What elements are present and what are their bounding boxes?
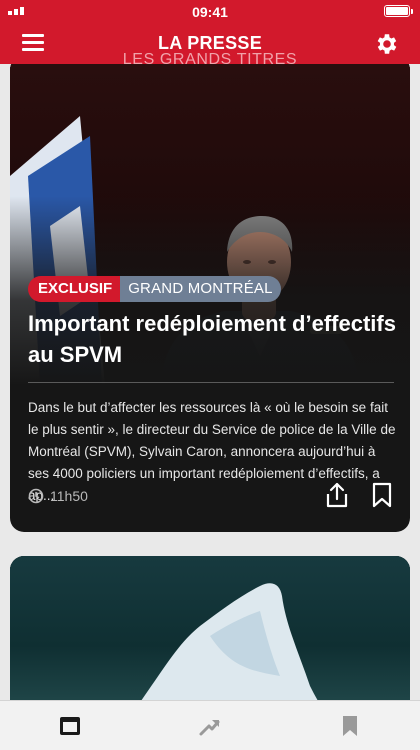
bookmarks-tab-icon xyxy=(343,716,357,736)
article-card[interactable]: EXCLUSIF GRAND MONTRÉAL Important redépl… xyxy=(10,64,410,532)
article-tags: EXCLUSIF GRAND MONTRÉAL xyxy=(28,276,281,302)
news-feed[interactable]: EXCLUSIF GRAND MONTRÉAL Important redépl… xyxy=(0,64,420,700)
article-time: 11h50 xyxy=(50,488,88,504)
battery-icon xyxy=(384,5,410,17)
settings-button[interactable] xyxy=(374,31,400,57)
status-time: 09:41 xyxy=(192,4,228,20)
status-bar: 09:41 xyxy=(0,0,420,22)
article-headline[interactable]: Important redéploiement d’effectifs au S… xyxy=(28,308,398,370)
tab-news[interactable] xyxy=(58,714,82,738)
bookmark-button[interactable] xyxy=(370,481,394,509)
divider xyxy=(28,382,394,383)
gear-icon xyxy=(377,34,397,54)
share-icon xyxy=(326,482,348,508)
article-meta: 11h50 xyxy=(28,485,88,507)
section-title: LES GRANDS TITRES xyxy=(122,51,298,68)
bookmark-icon xyxy=(372,482,392,508)
app-header: 09:41 LA PRESSE LES GRANDS TITRES xyxy=(0,0,420,68)
article-card[interactable] xyxy=(10,556,410,700)
tab-bookmarks[interactable] xyxy=(338,714,362,738)
share-button[interactable] xyxy=(324,481,350,509)
article-photo xyxy=(10,556,410,700)
exclusive-tag: EXCLUSIF xyxy=(28,276,121,302)
trending-tab-icon xyxy=(199,720,220,736)
brand: LA PRESSE LES GRANDS TITRES xyxy=(0,33,420,69)
tab-trending[interactable] xyxy=(198,714,222,738)
news-tab-icon xyxy=(60,717,80,735)
region-tag[interactable]: GRAND MONTRÉAL xyxy=(120,276,281,302)
clock-icon xyxy=(28,488,44,504)
tab-bar xyxy=(0,700,420,750)
